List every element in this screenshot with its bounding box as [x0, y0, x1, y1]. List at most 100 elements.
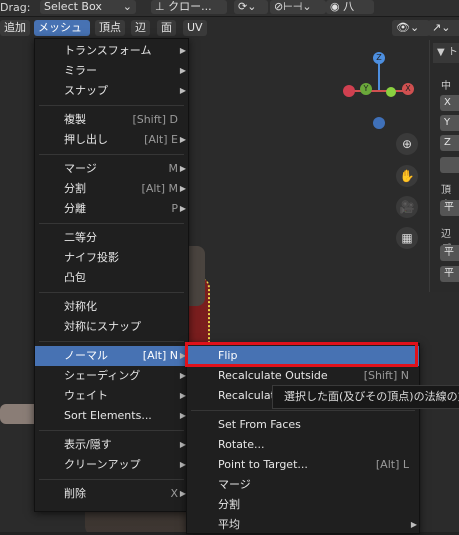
median-y-field[interactable]: Y — [440, 115, 459, 131]
chevron-down-icon: ⌄ — [122, 0, 132, 13]
menu-item-duplicate[interactable]: 複製 [Shift] D — [35, 110, 188, 130]
menu-item-average[interactable]: 平均 ▶ — [187, 515, 419, 535]
menu-item-label: Rotate... — [218, 438, 265, 451]
menu-item-merge[interactable]: マージ M ▶ — [35, 159, 188, 179]
eye-icon: 👁⌄ — [396, 21, 420, 34]
menu-item-show-hide[interactable]: 表示/隠す ▶ — [35, 435, 188, 455]
menu-item-label: 分割 — [64, 182, 86, 195]
chevron-right-icon: ▶ — [179, 86, 186, 95]
menu-item-separate[interactable]: 分離 P ▶ — [35, 199, 188, 219]
grid-icon[interactable]: ▦ — [396, 227, 418, 249]
menu-item-point-to-target[interactable]: Point to Target... [Alt] L — [187, 455, 419, 475]
drag-label: Drag: — [0, 1, 31, 14]
panel-header[interactable]: ▼ ト — [433, 43, 459, 63]
gizmo-neg-x[interactable] — [343, 85, 355, 97]
chevron-right-icon: ▶ — [179, 164, 186, 173]
drag-select-value: Select Box — [44, 0, 102, 13]
menu-item-bisect[interactable]: 二等分 — [35, 228, 188, 248]
menu-item-convex-hull[interactable]: 凸包 — [35, 268, 188, 288]
menu-item-shortcut: [Alt] E — [144, 133, 178, 146]
menu-item-label: マージ — [64, 162, 97, 175]
menu-item-mirror[interactable]: ミラー ▶ — [35, 61, 188, 81]
menu-item-label: 分離 — [64, 202, 86, 215]
menu-item-label: トランスフォーム — [64, 44, 152, 57]
collapse-icon: ▼ — [437, 47, 448, 58]
menu-separator — [39, 430, 184, 431]
menu-item-shortcut: P — [171, 202, 178, 215]
menu-item-recalculate-outside[interactable]: Recalculate Outside [Shift] N — [187, 366, 419, 386]
global-local-toggle[interactable] — [440, 157, 459, 173]
gizmo-z-axis[interactable]: Z — [373, 52, 385, 64]
menu-item-label: シェーディング — [64, 369, 141, 382]
menu-item-merge-normals[interactable]: マージ — [187, 475, 419, 495]
chevron-right-icon: ▶ — [410, 520, 417, 529]
edge-crease-field[interactable]: 平 — [440, 266, 459, 282]
menu-item-delete[interactable]: 削除 X ▶ — [35, 484, 188, 504]
menu-item-shortcut: [Alt] M — [141, 182, 178, 195]
median-z-field[interactable]: Z — [440, 135, 459, 151]
menu-item-transform[interactable]: トランスフォーム ▶ — [35, 41, 188, 61]
menu-item-rotate[interactable]: Rotate... — [187, 435, 419, 455]
gizmo-neg-z[interactable] — [373, 117, 385, 129]
menu-uv[interactable]: UV — [183, 20, 207, 36]
menu-item-label: Point to Target... — [218, 458, 308, 471]
chevron-right-icon: ▶ — [179, 135, 186, 144]
pivot-select[interactable]: ⟳⌄ — [234, 0, 268, 14]
chevron-right-icon: ▶ — [179, 66, 186, 75]
menu-item-label: ノーマル — [64, 349, 108, 362]
snap-toggle[interactable]: ⊘⊢⊣⌄ — [270, 0, 326, 14]
drag-select[interactable]: Select Box ⌄ — [40, 0, 136, 14]
menu-item-label: Set From Faces — [218, 418, 301, 431]
orientation-select[interactable]: ⊥ クロー... — [151, 0, 227, 14]
menu-item-split[interactable]: 分割 [Alt] M ▶ — [35, 179, 188, 199]
gizmo-neg-y[interactable] — [386, 87, 396, 97]
menu-item-label: 凸包 — [64, 271, 86, 284]
proportional-edit[interactable]: ◉ 八 — [326, 0, 374, 14]
menu-vertex[interactable]: 頂点 — [95, 20, 125, 36]
menu-separator — [39, 479, 184, 480]
menu-item-weights[interactable]: ウェイト ▶ — [35, 386, 188, 406]
menu-add[interactable]: 追加 — [0, 20, 30, 36]
menu-item-label: スナップ — [64, 84, 108, 97]
vertex-weight-field[interactable]: 平 — [440, 200, 459, 216]
menu-separator — [39, 292, 184, 293]
navigation-gizmo[interactable]: Z Y X — [340, 48, 420, 130]
menu-item-snap-to-symmetry[interactable]: 対称にスナップ — [35, 317, 188, 337]
menu-item-label: 対称化 — [64, 300, 97, 313]
menu-face[interactable]: 面 — [157, 20, 176, 36]
menu-item-snap[interactable]: スナップ ▶ — [35, 81, 188, 101]
menu-item-shortcut: [Alt] N — [142, 349, 178, 362]
orientation-value: クロー... — [168, 0, 212, 13]
gizmo-y-axis[interactable]: Y — [360, 83, 372, 95]
menu-mesh[interactable]: メッシュ — [34, 20, 90, 36]
zoom-icon[interactable]: ⊕ — [396, 133, 418, 155]
menu-item-symmetrize[interactable]: 対称化 — [35, 297, 188, 317]
menu-edge[interactable]: 辺 — [131, 20, 150, 36]
chevron-right-icon: ▶ — [179, 184, 186, 193]
menu-item-clean-up[interactable]: クリーンアップ ▶ — [35, 455, 188, 475]
median-x-field[interactable]: X — [440, 95, 459, 111]
menu-separator — [39, 341, 184, 342]
menu-item-sort-elements[interactable]: Sort Elements... ▶ — [35, 406, 188, 426]
gizmo-toggle[interactable]: ↗⌄ — [428, 20, 459, 36]
menu-item-split-normals[interactable]: 分割 — [187, 495, 419, 515]
menu-item-knife-project[interactable]: ナイフ投影 — [35, 248, 188, 268]
menu-item-set-from-faces[interactable]: Set From Faces — [187, 415, 419, 435]
menu-item-label: 押し出し — [64, 133, 108, 146]
menu-item-extrude[interactable]: 押し出し [Alt] E ▶ — [35, 130, 188, 150]
gizmo-x-axis[interactable]: X — [402, 83, 414, 95]
menu-item-normals[interactable]: ノーマル [Alt] N ▶ — [35, 346, 188, 366]
camera-icon[interactable]: 🎥 — [396, 196, 418, 218]
overlay-toggle[interactable]: 👁⌄ — [392, 20, 430, 36]
menu-separator — [39, 154, 184, 155]
menu-item-shading[interactable]: シェーディング ▶ — [35, 366, 188, 386]
menu-item-label: ミラー — [64, 64, 97, 77]
hand-icon[interactable]: ✋ — [396, 165, 418, 187]
proportional-icon: ◉ — [330, 0, 344, 13]
edge-bevel-field[interactable]: 平 — [440, 245, 459, 261]
menu-item-label: 二等分 — [64, 231, 97, 244]
menu-item-shortcut: M — [168, 162, 179, 175]
proportional-value: 八 — [343, 0, 355, 13]
orientation-icon: ⊥ — [155, 0, 169, 13]
mesh-menu: トランスフォーム ▶ ミラー ▶ スナップ ▶ 複製 [Shift] D 押し出し [Al… — [34, 38, 189, 512]
